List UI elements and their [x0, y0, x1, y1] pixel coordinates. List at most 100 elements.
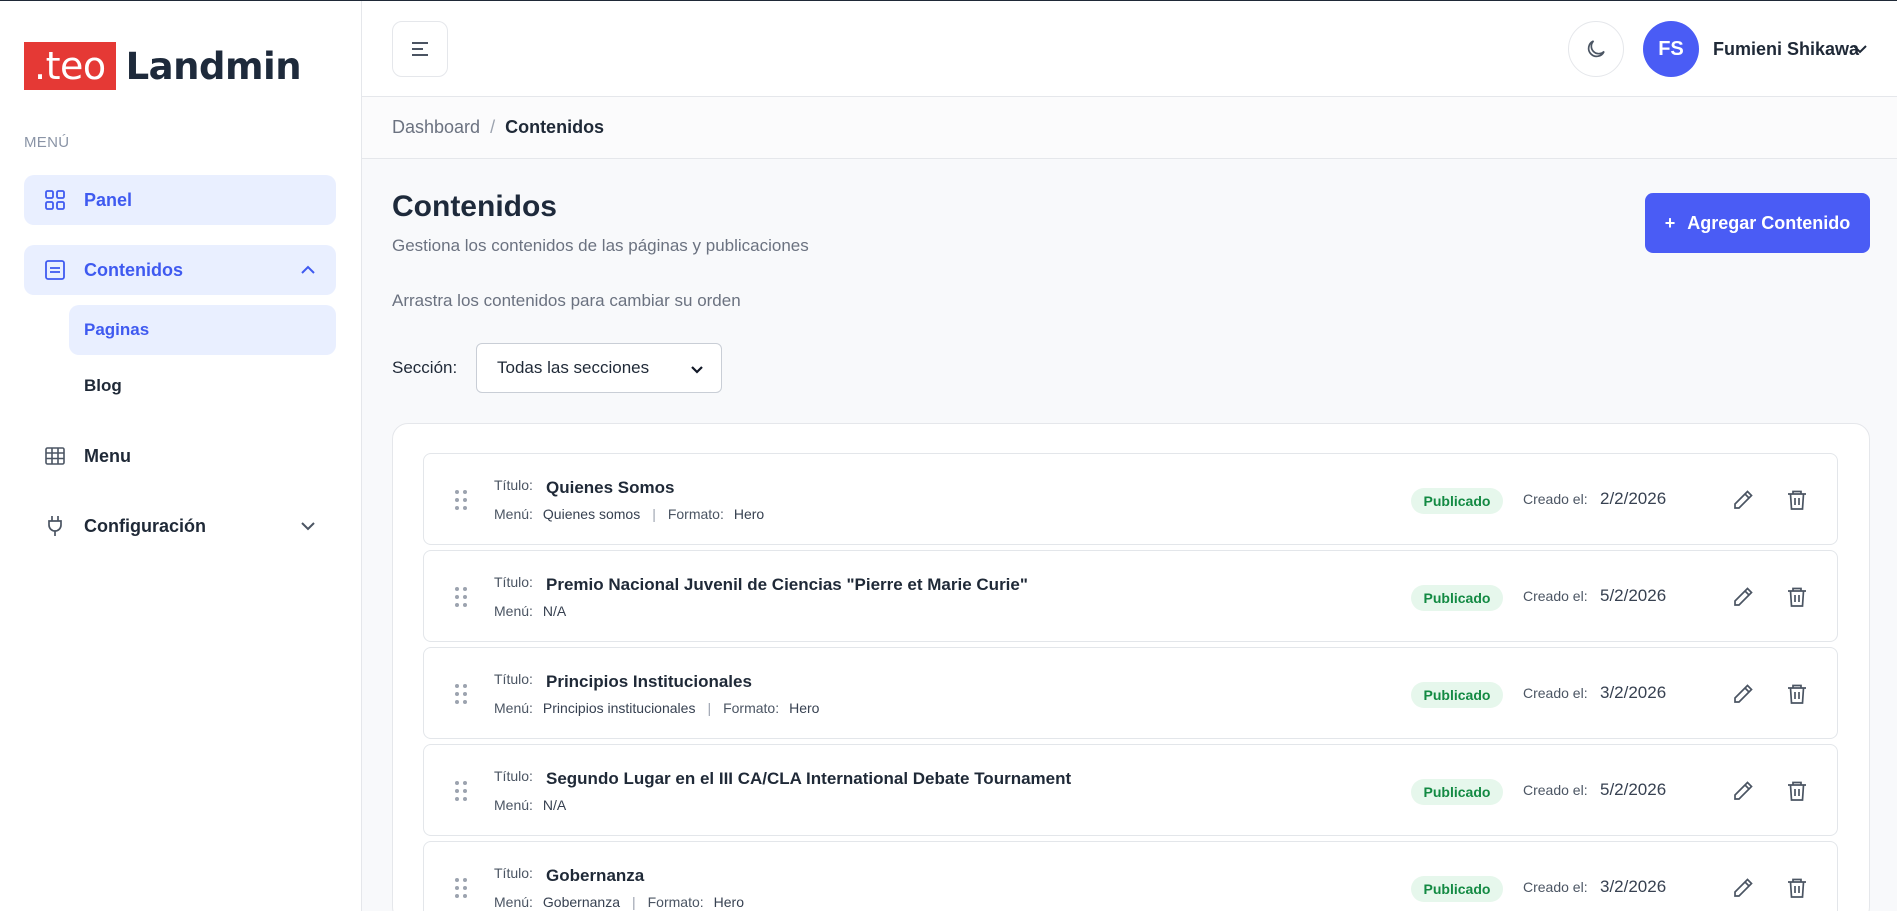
- content-meta: Menú: N/A: [494, 797, 566, 813]
- sidebar-item-panel[interactable]: Panel: [24, 175, 336, 225]
- list-item[interactable]: Título: Segundo Lugar en el III CA/CLA I…: [423, 744, 1838, 836]
- drag-hint: Arrastra los contenidos para cambiar su …: [392, 291, 741, 310]
- status-badge: Publicado: [1411, 488, 1503, 514]
- trash-icon[interactable]: [1785, 585, 1809, 609]
- menu-value: N/A: [542, 603, 567, 619]
- drag-handle-icon[interactable]: [454, 780, 468, 802]
- trash-icon[interactable]: [1785, 779, 1809, 803]
- content-list: Título: Quienes Somos Menú: Quienes somo…: [392, 423, 1870, 911]
- created-key: Creado el:: [1523, 588, 1588, 604]
- drag-handle-icon[interactable]: [454, 586, 468, 608]
- edit-icon[interactable]: [1731, 488, 1755, 512]
- trash-icon[interactable]: [1785, 876, 1809, 900]
- format-value: Hero: [789, 700, 820, 716]
- page-title: Contenidos: [392, 190, 557, 223]
- created-key: Creado el:: [1523, 879, 1588, 895]
- created-key: Creado el:: [1523, 782, 1588, 798]
- logo-badge: .teo: [24, 42, 116, 90]
- sidebar-item-label: Contenidos: [84, 259, 183, 280]
- add-content-label: Agregar Contenido: [1687, 212, 1851, 233]
- sidebar-item-contenidos[interactable]: Contenidos: [24, 245, 336, 295]
- title-key: Título:: [494, 768, 533, 784]
- title-key: Título:: [494, 477, 533, 493]
- hamburger-icon: [412, 42, 428, 56]
- trash-icon[interactable]: [1785, 682, 1809, 706]
- content-title: Segundo Lugar en el III CA/CLA Internati…: [546, 769, 1072, 788]
- edit-icon[interactable]: [1731, 779, 1755, 803]
- format-key: Formato:: [667, 506, 724, 522]
- created-date: 5/2/2026: [1600, 780, 1667, 799]
- drag-handle-icon[interactable]: [454, 877, 468, 899]
- theme-toggle-button[interactable]: [1568, 21, 1624, 77]
- status-badge: Publicado: [1411, 682, 1503, 708]
- created-key: Creado el:: [1523, 491, 1588, 507]
- breadcrumb: Dashboard / Contenidos: [362, 97, 1897, 159]
- list-item[interactable]: Título: Gobernanza Menú: Gobernanza | Fo…: [423, 841, 1838, 911]
- breadcrumb-current: Contenidos: [505, 117, 605, 137]
- drag-handle-icon[interactable]: [454, 489, 468, 511]
- menu-key: Menú:: [494, 894, 533, 910]
- logo-text: Landmin: [125, 44, 302, 88]
- format-key: Formato:: [723, 700, 780, 716]
- menu-section-label: MENÚ: [24, 134, 70, 151]
- plus-icon: +: [1664, 212, 1676, 233]
- top-header: FS Fumieni Shikawa: [362, 1, 1897, 97]
- status-badge: Publicado: [1411, 585, 1503, 611]
- edit-icon[interactable]: [1731, 682, 1755, 706]
- table-icon: [42, 443, 68, 469]
- menu-key: Menú:: [494, 797, 533, 813]
- created-key: Creado el:: [1523, 685, 1588, 701]
- moon-icon: [1587, 40, 1605, 58]
- menu-value: N/A: [542, 797, 567, 813]
- menu-key: Menú:: [494, 700, 533, 716]
- format-key: Formato:: [647, 894, 704, 910]
- edit-icon[interactable]: [1731, 585, 1755, 609]
- sidebar-subitem-paginas[interactable]: Paginas: [69, 305, 336, 355]
- logo[interactable]: .teo Landmin: [24, 42, 302, 90]
- status-badge: Publicado: [1411, 779, 1503, 805]
- title-key: Título:: [494, 574, 533, 590]
- add-content-button[interactable]: + Agregar Contenido: [1645, 193, 1870, 253]
- content-title: Quienes Somos: [546, 478, 675, 497]
- sidebar-item-label: Menu: [84, 445, 131, 466]
- menu-key: Menú:: [494, 506, 533, 522]
- avatar[interactable]: FS: [1643, 21, 1699, 77]
- plug-icon: [42, 513, 68, 539]
- trash-icon[interactable]: [1785, 488, 1809, 512]
- edit-icon[interactable]: [1731, 876, 1755, 900]
- list-item[interactable]: Título: Principios Institucionales Menú:…: [423, 647, 1838, 739]
- content-meta: Menú: Principios institucionales | Forma…: [494, 700, 819, 716]
- content-meta: Menú: N/A: [494, 603, 566, 619]
- top-border: [0, 0, 1897, 1]
- menu-value: Gobernanza: [542, 894, 620, 910]
- list-item[interactable]: Título: Quienes Somos Menú: Quienes somo…: [423, 453, 1838, 545]
- list-item[interactable]: Título: Premio Nacional Juvenil de Cienc…: [423, 550, 1838, 642]
- menu-key: Menú:: [494, 603, 533, 619]
- meta-separator: |: [652, 506, 656, 522]
- grid-icon: [42, 187, 68, 213]
- user-name[interactable]: Fumieni Shikawa: [1713, 39, 1859, 60]
- chevron-down-icon[interactable]: [298, 516, 318, 536]
- document-icon: [42, 257, 68, 283]
- sidebar-item-configuracion[interactable]: Configuración: [24, 501, 336, 551]
- content-title: Principios Institucionales: [546, 672, 752, 691]
- section-select[interactable]: Todas las secciones: [476, 343, 722, 393]
- breadcrumb-dashboard-link[interactable]: Dashboard: [392, 117, 480, 138]
- sidebar-subitem-blog[interactable]: Blog: [69, 361, 336, 411]
- created-date: 3/2/2026: [1600, 877, 1667, 896]
- chevron-down-icon[interactable]: [1850, 39, 1870, 59]
- section-select-value: Todas las secciones: [497, 358, 650, 377]
- drag-handle-icon[interactable]: [454, 683, 468, 705]
- status-badge: Publicado: [1411, 876, 1503, 902]
- sidebar-item-menu[interactable]: Menu: [24, 431, 336, 481]
- menu-value: Quienes somos: [542, 506, 641, 522]
- page-subtitle: Gestiona los contenidos de las páginas y…: [392, 236, 809, 255]
- created-date: 3/2/2026: [1600, 683, 1667, 702]
- format-value: Hero: [733, 506, 765, 522]
- title-key: Título:: [494, 865, 533, 881]
- chevron-up-icon[interactable]: [298, 260, 318, 280]
- menu-toggle-button[interactable]: [392, 21, 448, 77]
- sidebar-item-label: Panel: [84, 189, 133, 210]
- meta-separator: |: [631, 894, 636, 910]
- created-date: 2/2/2026: [1600, 489, 1667, 508]
